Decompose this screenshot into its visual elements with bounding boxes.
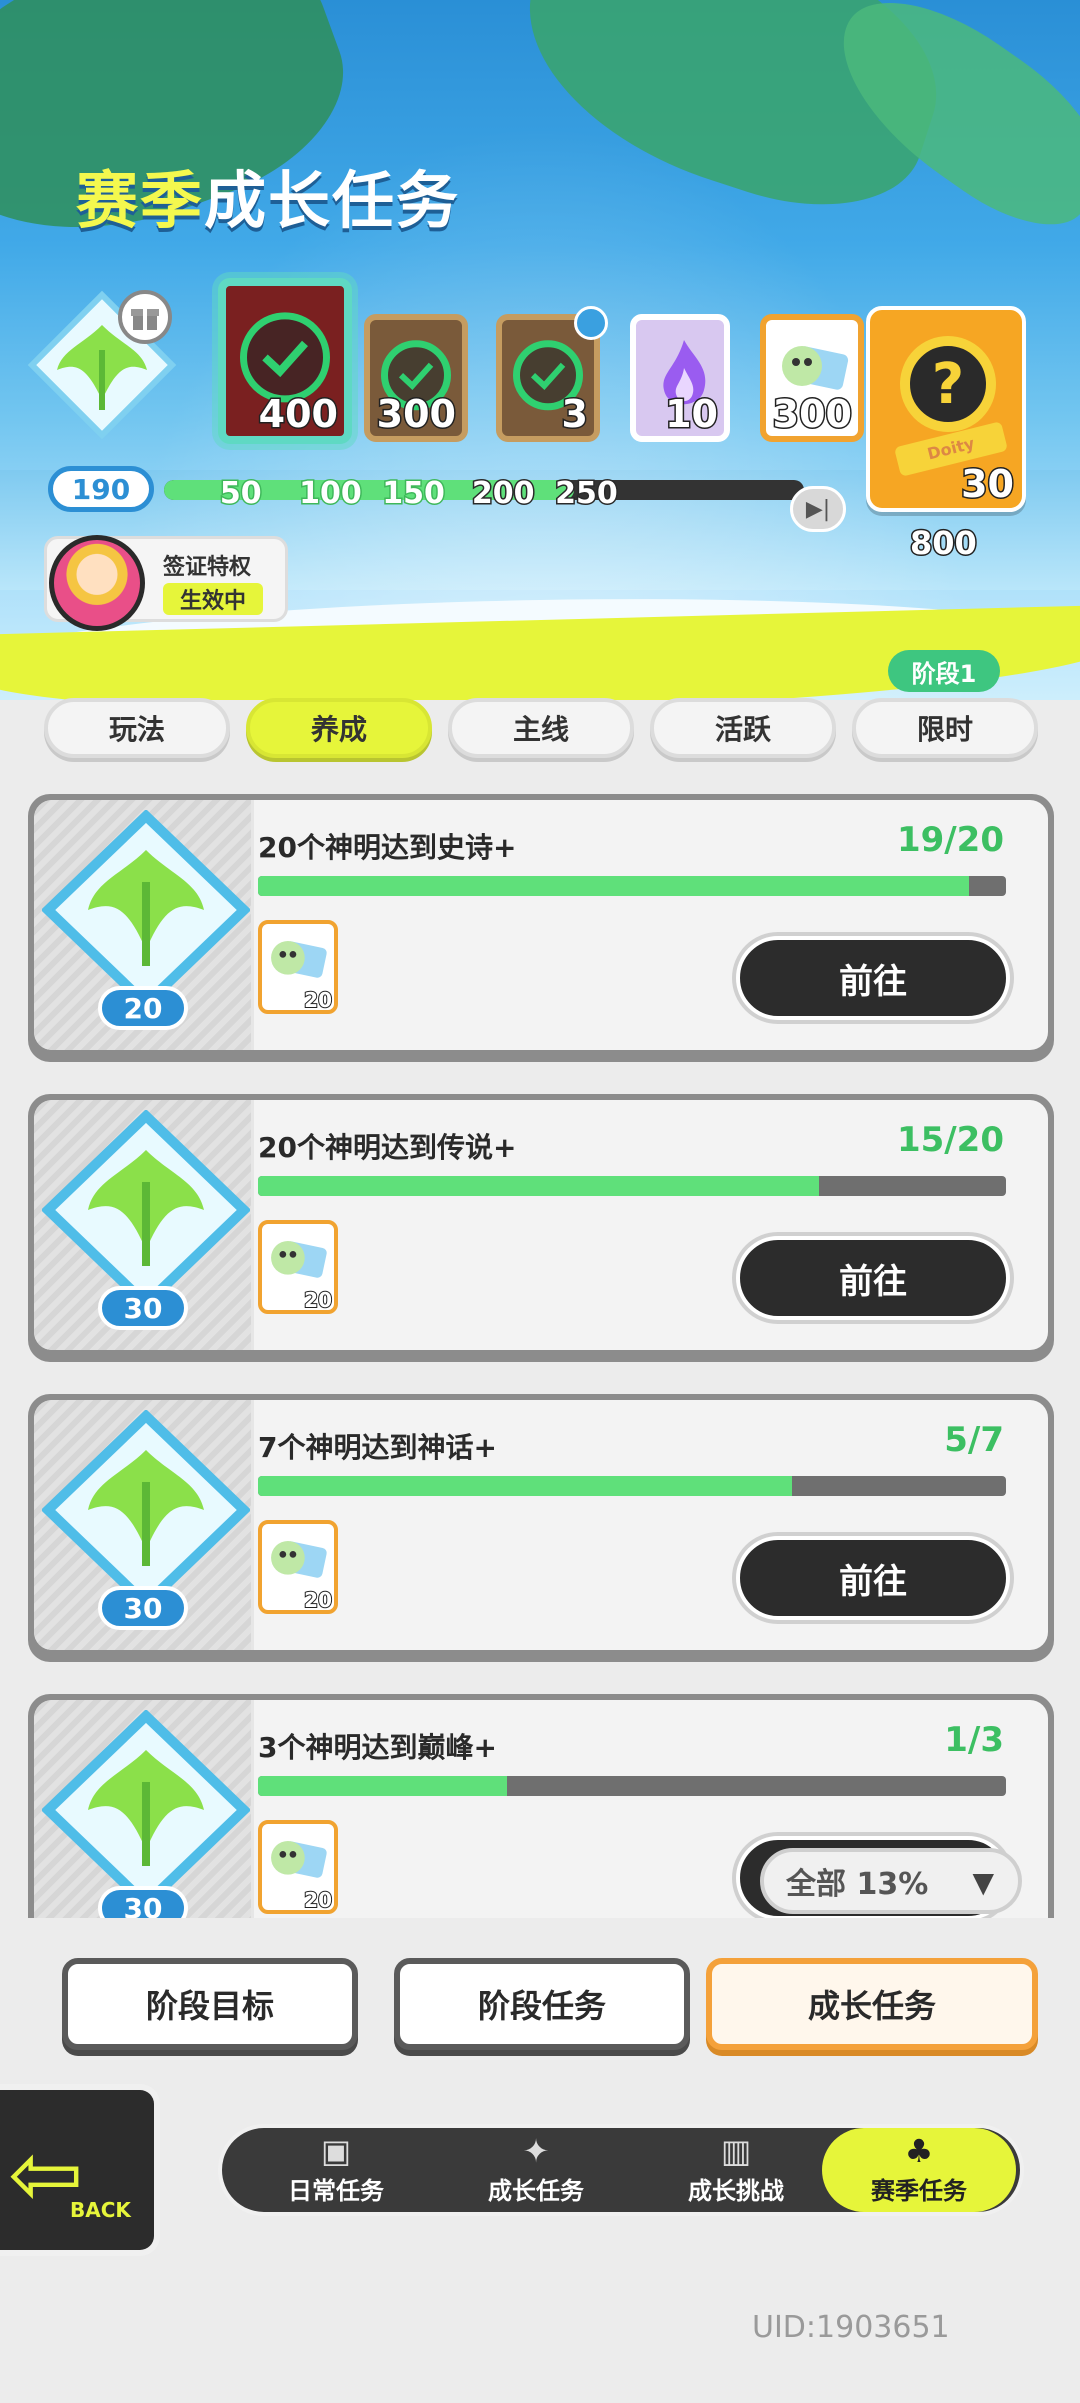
- task-progress-fill: [258, 1176, 819, 1196]
- user-id: UID:1903651: [752, 2310, 950, 2345]
- progress-tick: 100: [298, 475, 364, 513]
- progress-tick: 250: [554, 475, 620, 513]
- calendar-icon: ▣: [320, 2131, 352, 2170]
- tab-active[interactable]: 活跃: [650, 698, 836, 758]
- reward-item[interactable]: 300: [364, 314, 468, 442]
- gift-icon[interactable]: [118, 290, 172, 344]
- task-progress-fill: [258, 1776, 508, 1796]
- go-button[interactable]: 前往: [736, 1536, 1010, 1620]
- task-level-badge: 30: [98, 1886, 188, 1918]
- tab-limited[interactable]: 限时: [852, 698, 1038, 758]
- task-count: 19/20: [896, 820, 1004, 860]
- avatar: [49, 535, 145, 631]
- tab-nurture[interactable]: 养成: [246, 698, 432, 758]
- palm-island-emblem: [42, 1410, 250, 1610]
- palm-icon: ♣: [904, 2131, 934, 2170]
- status-badge: 生效中: [163, 583, 263, 615]
- task-title: 7个神明达到神话+: [258, 1431, 497, 1464]
- question-mark-icon: ?: [900, 336, 996, 432]
- tab-growth-tasks[interactable]: 成长任务: [706, 1958, 1038, 2050]
- task-count: 1/3: [944, 1720, 1004, 1760]
- tab-stage-goals[interactable]: 阶段目标: [62, 1958, 358, 2050]
- progress-track: 50 100 150 200 250: [164, 475, 804, 513]
- filter-dropdown[interactable]: 全部 13% ▼: [760, 1848, 1022, 1914]
- progress-tick: 150: [381, 475, 447, 513]
- task-progress-bar: [258, 1176, 1006, 1196]
- ticket-icon: [271, 940, 327, 978]
- nav-season-tasks[interactable]: ♣ 赛季任务: [822, 2128, 1016, 2212]
- visa-privilege[interactable]: 签证特权 生效中: [44, 535, 288, 631]
- ticket-icon: [271, 1840, 327, 1878]
- task-reward[interactable]: 20: [258, 1520, 338, 1614]
- progress-tick: 200: [470, 475, 536, 513]
- check-icon: [240, 312, 330, 403]
- task-title: 20个神明达到传说+: [258, 1131, 517, 1164]
- final-reward[interactable]: ? Doity 30: [866, 306, 1026, 512]
- filter-label: 全部 13%: [786, 1867, 929, 1902]
- nav-growth-tasks[interactable]: ✦ 成长任务: [436, 2128, 636, 2212]
- task-level-badge: 30: [98, 1286, 188, 1330]
- task-reward[interactable]: 20: [258, 1220, 338, 1314]
- skip-forward-button[interactable]: ▶|: [790, 486, 846, 532]
- back-button[interactable]: ⇦ BACK: [0, 2084, 160, 2256]
- task-progress-bar: [258, 1776, 1006, 1796]
- palm-island-emblem: [42, 1110, 250, 1310]
- task-level-badge: 20: [98, 986, 188, 1030]
- task-title: 20个神明达到史诗+: [258, 831, 517, 864]
- tab-stage-tasks[interactable]: 阶段任务: [394, 1958, 690, 2050]
- task-card: 30 20个神明达到传说+ 15/20 20 前往: [28, 1094, 1054, 1362]
- progress-tick: 50: [218, 475, 263, 513]
- task-card: 20 20个神明达到史诗+ 19/20 20 前往: [28, 794, 1054, 1062]
- task-count: 5/7: [944, 1420, 1004, 1460]
- reward-item[interactable]: 10: [630, 314, 730, 442]
- nav-daily-tasks[interactable]: ▣ 日常任务: [236, 2128, 436, 2212]
- task-progress-fill: [258, 876, 969, 896]
- pillar-icon: ▥: [720, 2131, 752, 2170]
- go-button[interactable]: 前往: [736, 936, 1010, 1020]
- sparkle-icon: ✦: [522, 2131, 550, 2170]
- task-progress-fill: [258, 1476, 793, 1496]
- bottom-nav: ▣ 日常任务 ✦ 成长任务 ▥ 成长挑战 ♣ 赛季任务: [218, 2124, 1024, 2216]
- reward-item[interactable]: 3: [496, 306, 608, 442]
- tab-mainline[interactable]: 主线: [448, 698, 634, 758]
- stage-badge: 阶段1: [888, 650, 1000, 692]
- task-count: 15/20: [896, 1120, 1004, 1160]
- go-button[interactable]: 前往: [736, 1236, 1010, 1320]
- current-level: 190: [48, 466, 154, 512]
- task-progress-bar: [258, 876, 1006, 896]
- category-tabs: 玩法 养成 主线 活跃 限时: [40, 698, 1040, 760]
- final-reward-threshold: 800: [909, 523, 979, 564]
- palm-badge-icon: [574, 306, 608, 340]
- chevron-down-icon: ▼: [972, 1866, 994, 1899]
- season-progress: 190 50 100 150 200 250: [48, 466, 808, 514]
- palm-island-emblem: [42, 810, 250, 1010]
- task-level-badge: 30: [98, 1586, 188, 1630]
- task-reward[interactable]: 20: [258, 1820, 338, 1914]
- reward-item[interactable]: 400: [218, 278, 352, 444]
- task-reward[interactable]: 20: [258, 920, 338, 1014]
- palm-island-emblem: [42, 1710, 250, 1910]
- ticket-icon: [271, 1540, 327, 1578]
- reward-item[interactable]: 300: [760, 314, 864, 442]
- nav-growth-challenge[interactable]: ▥ 成长挑战: [636, 2128, 836, 2212]
- task-title: 3个神明达到巅峰+: [258, 1731, 497, 1764]
- tab-gameplay[interactable]: 玩法: [44, 698, 230, 758]
- task-card: 30 7个神明达到神话+ 5/7 20 前往: [28, 1394, 1054, 1662]
- task-list[interactable]: 20 20个神明达到史诗+ 19/20 20 前往 30 20个神明达到传说+ …: [28, 790, 1054, 1918]
- task-progress-bar: [258, 1476, 1006, 1496]
- ticket-icon: [271, 1240, 327, 1278]
- page-title: 赛季成长任务: [76, 164, 461, 237]
